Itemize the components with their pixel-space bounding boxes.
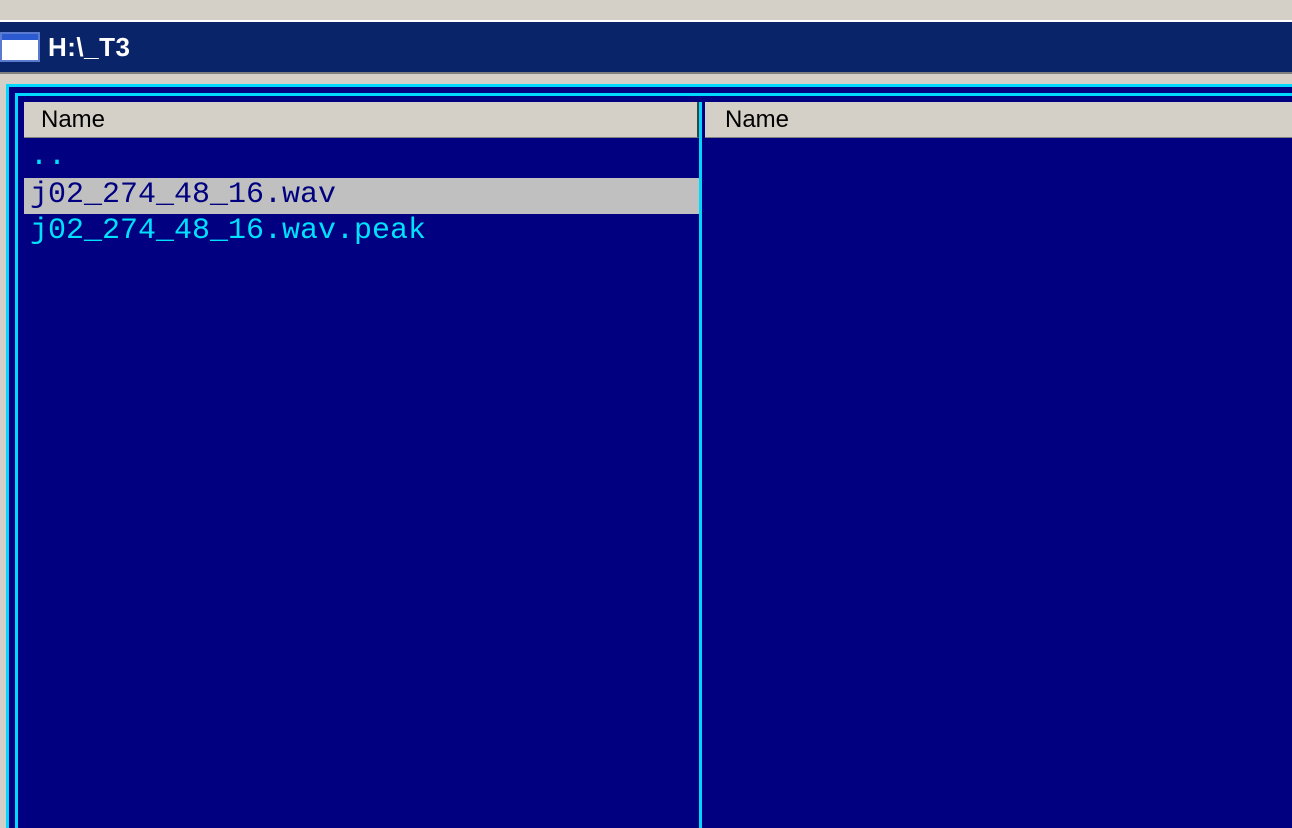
window-title: H:\_T3	[48, 32, 131, 62]
left-name-column-label: Name	[41, 106, 106, 133]
file-manager-window: H:\_T3 Name .. j02_274_48_16.wav j02_274…	[0, 0, 1292, 828]
file-item-wav-peak[interactable]: j02_274_48_16.wav.peak	[24, 214, 699, 250]
right-file-panel[interactable]: Name	[705, 102, 1292, 828]
left-name-column-header[interactable]: Name	[24, 102, 699, 138]
file-item-parent-dir[interactable]: ..	[24, 140, 699, 176]
title-separator	[0, 72, 1292, 84]
window-icon	[0, 32, 40, 62]
panels-area: Name .. j02_274_48_16.wav j02_274_48_16.…	[6, 84, 1292, 828]
right-file-list	[705, 138, 1292, 828]
right-name-column-label: Name	[725, 106, 790, 133]
file-item-wav[interactable]: j02_274_48_16.wav	[24, 178, 699, 214]
left-file-panel[interactable]: Name .. j02_274_48_16.wav j02_274_48_16.…	[24, 102, 699, 828]
top-strip	[0, 0, 1292, 21]
left-file-list: .. j02_274_48_16.wav j02_274_48_16.wav.p…	[24, 138, 699, 828]
title-bar[interactable]: H:\_T3	[0, 20, 1292, 72]
right-name-column-header[interactable]: Name	[705, 102, 1292, 138]
